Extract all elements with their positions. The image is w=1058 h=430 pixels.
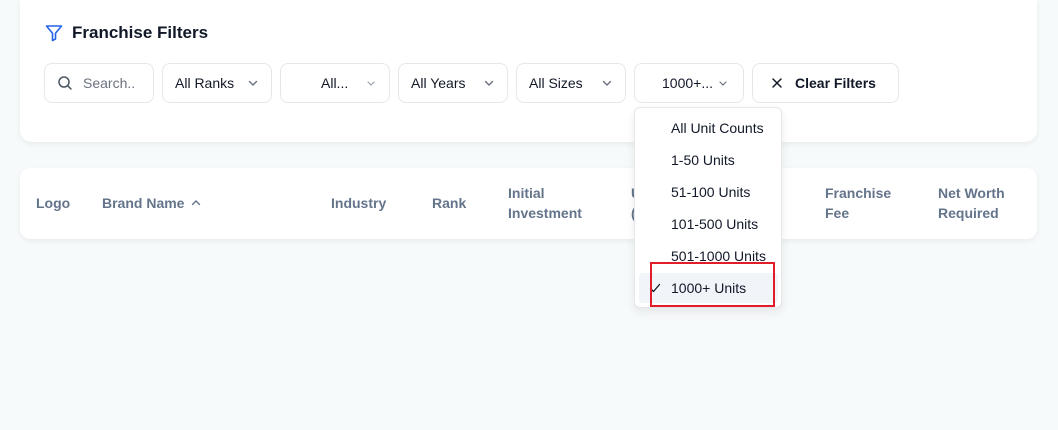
column-header-rank: Rank bbox=[432, 195, 467, 211]
dropdown-option-label: 101-500 Units bbox=[671, 216, 759, 232]
search-field[interactable] bbox=[44, 63, 154, 103]
search-icon bbox=[57, 75, 73, 91]
dropdown-option[interactable]: All Unit Counts bbox=[639, 113, 778, 143]
column-header-brand-name-label: Brand Name bbox=[102, 195, 185, 211]
chevron-down-icon bbox=[483, 77, 495, 89]
industry-select-value: All... bbox=[321, 75, 349, 91]
dropdown-option[interactable]: 1-50 Units bbox=[639, 145, 778, 175]
years-select-value: All Years bbox=[411, 75, 466, 91]
dropdown-option-selected[interactable]: 1000+ Units bbox=[639, 273, 778, 303]
clear-filters-label: Clear Filters bbox=[795, 75, 876, 91]
rank-select-value: All Ranks bbox=[175, 75, 235, 91]
column-header-industry: Industry bbox=[331, 195, 387, 211]
dropdown-option-label: 1000+ Units bbox=[671, 280, 747, 296]
dropdown-option[interactable]: 501-1000 Units bbox=[639, 241, 778, 271]
filters-header: Franchise Filters bbox=[44, 22, 208, 44]
column-header-initial-investment-line1: Initial bbox=[508, 185, 545, 201]
dropdown-option[interactable]: 51-100 Units bbox=[639, 177, 778, 207]
column-header-franchise-fee-line2: Fee bbox=[825, 205, 850, 221]
chevron-down-icon bbox=[247, 77, 259, 89]
dropdown-option-label: All Unit Counts bbox=[671, 120, 764, 136]
clear-filters-button[interactable]: Clear Filters bbox=[752, 63, 899, 103]
column-header-net-worth: Net Worth Required bbox=[938, 183, 1005, 223]
column-header-franchise-fee-line1: Franchise bbox=[825, 185, 892, 201]
table-header-row: Logo Brand Name Industry Rank Initial In… bbox=[20, 168, 1037, 239]
column-header-initial-investment-line2: Investment bbox=[508, 205, 582, 221]
dropdown-option-label: 51-100 Units bbox=[671, 184, 751, 200]
unit-count-dropdown: All Unit Counts 1-50 Units 51-100 Units … bbox=[634, 107, 782, 308]
column-header-brand-name[interactable]: Brand Name bbox=[102, 193, 202, 213]
chevron-down-icon bbox=[365, 77, 377, 89]
column-header-initial-investment: Initial Investment bbox=[508, 183, 582, 223]
dropdown-option-label: 1-50 Units bbox=[671, 152, 735, 168]
industry-select[interactable]: All... bbox=[280, 63, 390, 103]
filters-title: Franchise Filters bbox=[72, 23, 209, 42]
column-header-franchise-fee: Franchise Fee bbox=[825, 183, 891, 223]
units-select-value: 1000+... bbox=[662, 75, 713, 91]
sizes-select-value: All Sizes bbox=[529, 75, 583, 91]
search-input[interactable] bbox=[83, 75, 145, 91]
units-select[interactable]: 1000+... bbox=[634, 63, 744, 103]
rank-select[interactable]: All Ranks bbox=[162, 63, 272, 103]
years-select[interactable]: All Years bbox=[398, 63, 508, 103]
dropdown-option-label: 501-1000 Units bbox=[671, 248, 766, 264]
close-icon bbox=[771, 77, 783, 89]
column-header-logo: Logo bbox=[36, 195, 71, 211]
column-header-net-worth-line1: Net Worth bbox=[938, 185, 1005, 201]
sort-ascending-icon bbox=[190, 197, 202, 209]
filter-icon bbox=[44, 23, 64, 43]
dropdown-option[interactable]: 101-500 Units bbox=[639, 209, 778, 239]
filters-card: Franchise Filters All Ranks All... All Y… bbox=[20, 0, 1037, 142]
chevron-down-icon bbox=[601, 77, 613, 89]
chevron-down-icon bbox=[717, 77, 729, 89]
sizes-select[interactable]: All Sizes bbox=[516, 63, 626, 103]
column-header-net-worth-line2: Required bbox=[938, 205, 999, 221]
check-icon bbox=[649, 282, 661, 294]
